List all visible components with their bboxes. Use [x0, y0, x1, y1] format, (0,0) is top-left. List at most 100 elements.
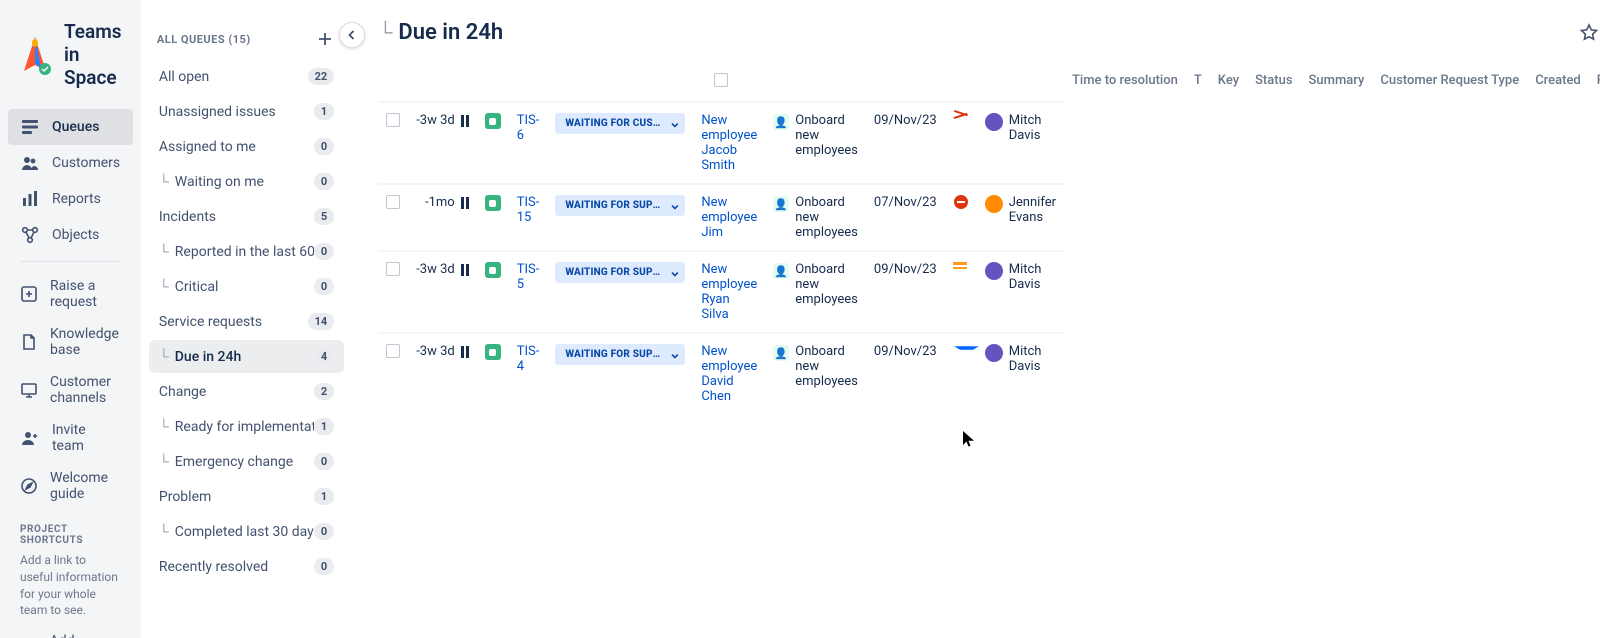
- nav-raise-request[interactable]: Raise a request: [8, 270, 133, 318]
- time-to-resolution: -1mo: [416, 195, 469, 210]
- nav-reports[interactable]: Reports: [8, 181, 133, 217]
- add-queue-button[interactable]: [314, 28, 336, 50]
- doc-icon: [20, 332, 38, 352]
- summary-link[interactable]: New employee Ryan Silva: [701, 262, 757, 322]
- th-created[interactable]: Created: [1527, 63, 1589, 101]
- add-shortcut-button[interactable]: Add shortcut: [8, 619, 133, 638]
- collapse-sidebar-button[interactable]: [339, 22, 365, 48]
- nav-customer-channels[interactable]: Customer channels: [8, 366, 133, 414]
- queue-count-badge: 0: [314, 243, 334, 260]
- priority-medium-icon: [953, 262, 969, 276]
- th-summary[interactable]: Summary: [1301, 63, 1373, 101]
- request-type-icon: 👤: [773, 345, 789, 361]
- nav-invite-team[interactable]: Invite team: [8, 414, 133, 462]
- status-dropdown[interactable]: WAITING FOR SUPP...: [555, 344, 685, 365]
- queue-item[interactable]: └Due in 24h4: [149, 340, 344, 373]
- queue-item[interactable]: All open 22: [149, 60, 344, 93]
- table-row[interactable]: -3w 3d TIS-5 WAITING FOR SUPP... New employ…: [378, 251, 1064, 333]
- status-dropdown[interactable]: WAITING FOR SUPP...: [555, 262, 685, 283]
- request-type: 👤Onboard new employees: [773, 195, 858, 240]
- summary-link[interactable]: New employee Jacob Smith: [701, 113, 757, 173]
- nav-queues[interactable]: Queues: [8, 109, 133, 145]
- tree-indent-icon: └: [159, 243, 169, 260]
- table-row[interactable]: -3w 3dTIS-4WAITING FOR SUPP...New employ…: [378, 333, 1064, 414]
- queue-label-text: All open: [159, 69, 209, 85]
- row-checkbox[interactable]: [386, 113, 400, 127]
- row-checkbox[interactable]: [386, 195, 400, 209]
- queue-item[interactable]: └Ready for implementation1: [149, 410, 344, 443]
- queue-item[interactable]: Change2: [149, 375, 344, 408]
- table-row[interactable]: -3w 3dTIS-6WAITING FOR CUST...New employ…: [378, 102, 1064, 184]
- chart-icon: [20, 189, 40, 209]
- queue-item[interactable]: └Reported in the last 60 ...0: [149, 235, 344, 268]
- nav-label: Customers: [52, 155, 120, 171]
- brand: Teams in Space: [8, 10, 133, 105]
- queue-item[interactable]: └Completed last 30 days0: [149, 515, 344, 548]
- queue-item[interactable]: Problem1: [149, 480, 344, 513]
- priority-blocker-icon: [954, 195, 968, 209]
- queue-item[interactable]: Incidents5: [149, 200, 344, 233]
- queue-item[interactable]: Service requests14: [149, 305, 344, 338]
- queue-item[interactable]: Unassigned issues1: [149, 95, 344, 128]
- queue-label: └Emergency change: [159, 453, 293, 470]
- queue-count-badge: 14: [308, 313, 335, 330]
- chevron-down-icon: [670, 120, 680, 130]
- queue-label: Assigned to me: [159, 139, 256, 155]
- queues-header: ALL QUEUES (15): [149, 22, 344, 60]
- issue-type-icon: [485, 113, 501, 129]
- request-type: 👤Onboard new employees: [773, 113, 858, 158]
- nav-objects[interactable]: Objects: [8, 217, 133, 253]
- time-to-resolution: -3w 3d: [416, 262, 469, 277]
- queue-label-text: Ready for implementation: [175, 419, 314, 435]
- row-checkbox[interactable]: [386, 344, 400, 358]
- row-checkbox[interactable]: [386, 262, 400, 276]
- table-header: Time to resolution T Key Status Summary …: [378, 63, 1600, 101]
- nav-welcome-guide[interactable]: Welcome guide: [8, 462, 133, 510]
- issue-key-link[interactable]: TIS-6: [517, 113, 540, 143]
- queue-count-badge: 22: [308, 68, 335, 85]
- select-all-checkbox[interactable]: [714, 73, 728, 87]
- reporter[interactable]: Mitch Davis: [985, 113, 1056, 143]
- raise-icon: [20, 284, 38, 304]
- reporter[interactable]: Jennifer Evans: [985, 195, 1056, 225]
- summary-link[interactable]: New employee Jim: [701, 195, 757, 240]
- issue-key-link[interactable]: TIS-4: [517, 344, 540, 374]
- header-actions: [1578, 22, 1600, 44]
- status-dropdown[interactable]: WAITING FOR SUPP...: [555, 195, 685, 216]
- avatar-icon: [985, 262, 1003, 280]
- project-logo-icon: [18, 35, 52, 75]
- queue-label: Problem: [159, 489, 211, 505]
- queue-icon: [20, 117, 40, 137]
- reporter[interactable]: Mitch Davis: [985, 262, 1056, 292]
- summary-link[interactable]: New employee David Chen: [701, 344, 757, 404]
- th-request-type[interactable]: Customer Request Type: [1372, 63, 1527, 101]
- reporter[interactable]: Mitch Davis: [985, 344, 1056, 374]
- queue-item[interactable]: └Critical0: [149, 270, 344, 303]
- table-row[interactable]: -1mo TIS-15 WAITING FOR SUPP... New employe…: [378, 184, 1064, 251]
- nav-customers[interactable]: Customers: [8, 145, 133, 181]
- th-status[interactable]: Status: [1247, 63, 1300, 101]
- queue-label-text: Completed last 30 days: [175, 524, 314, 540]
- th-key[interactable]: Key: [1210, 63, 1247, 101]
- queue-item[interactable]: └Waiting on me0: [149, 165, 344, 198]
- nav-label: Welcome guide: [50, 470, 121, 502]
- queue-item[interactable]: Recently resolved0: [149, 550, 344, 583]
- th-priority[interactable]: P: [1589, 63, 1600, 101]
- issue-key-link[interactable]: TIS-5: [517, 262, 540, 292]
- queue-item[interactable]: └Emergency change0: [149, 445, 344, 478]
- queue-item[interactable]: Assigned to me0: [149, 130, 344, 163]
- queue-count-badge: 2: [314, 383, 334, 400]
- queues-sidebar: ALL QUEUES (15) All open 22 Unassigned iss…: [141, 0, 352, 638]
- nav-knowledge-base[interactable]: Knowledge base: [8, 318, 133, 366]
- queue-label: └Reported in the last 60 ...: [159, 243, 314, 260]
- star-icon[interactable]: [1578, 22, 1600, 44]
- avatar-icon: [985, 344, 1003, 362]
- invite-icon: [20, 428, 40, 448]
- status-dropdown[interactable]: WAITING FOR CUST...: [555, 113, 685, 134]
- chevron-down-icon: [670, 269, 680, 279]
- primary-nav: Queues Customers Reports Objects Raise a…: [8, 109, 133, 510]
- th-type[interactable]: T: [1186, 63, 1210, 101]
- issue-key-link[interactable]: TIS-15: [517, 195, 540, 225]
- th-time-to-resolution[interactable]: Time to resolution: [1064, 63, 1186, 101]
- queue-count-badge: 0: [314, 278, 334, 295]
